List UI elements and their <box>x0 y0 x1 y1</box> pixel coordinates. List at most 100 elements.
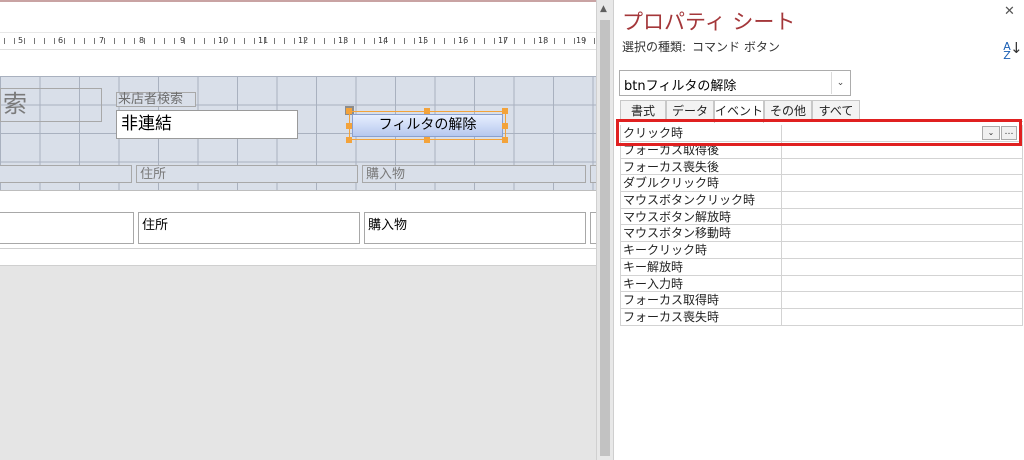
ruler-tick <box>294 38 295 44</box>
form-header-section[interactable]: 索 来店者検索 非連結 フィルタの解除 住所 購入物 <box>0 76 596 190</box>
resize-handle[interactable] <box>502 123 508 129</box>
property-value[interactable] <box>782 292 1023 308</box>
ruler-tick <box>594 38 595 44</box>
property-value[interactable] <box>782 308 1023 325</box>
chevron-down-icon[interactable]: ⌄ <box>982 126 1000 140</box>
form-footer-band[interactable] <box>0 248 596 266</box>
tab-all[interactable]: すべて <box>812 100 860 122</box>
ruler-tick <box>4 38 5 44</box>
object-selector[interactable]: btnフィルタの解除 ⌄ <box>619 70 851 96</box>
detail-section[interactable]: 住所 購入物 <box>0 210 596 248</box>
header-column-label[interactable]: 住所 <box>136 165 358 183</box>
ruler-tick <box>474 38 475 44</box>
property-value[interactable] <box>782 158 1023 175</box>
header-column-label[interactable]: 購入物 <box>362 165 586 183</box>
header-column-label[interactable] <box>0 165 132 183</box>
property-row[interactable]: マウスボタン移動時 <box>620 225 1023 243</box>
property-value[interactable] <box>782 142 1023 158</box>
property-row[interactable]: ダブルクリック時 <box>620 175 1023 193</box>
property-row[interactable]: マウスボタンクリック時 <box>620 192 1023 209</box>
resize-handle[interactable] <box>424 108 430 114</box>
ruler-tick <box>174 38 175 44</box>
ruler-tick <box>354 38 355 44</box>
form-design-area[interactable]: 5 6 7 8 9 10 11 12 13 14 15 16 17 18 19 … <box>0 0 596 460</box>
tab-event[interactable]: イベント <box>714 100 764 123</box>
scroll-up-icon[interactable]: ▲ <box>600 4 607 14</box>
tab-divider <box>620 121 1023 122</box>
ruler-number: 6 <box>58 36 64 45</box>
title-label[interactable]: 索 <box>0 88 102 122</box>
ruler-tick <box>224 38 225 44</box>
ruler-tick <box>264 38 265 44</box>
ruler-tick <box>464 38 465 44</box>
ruler-tick <box>254 38 255 44</box>
ruler-tick <box>414 38 415 44</box>
resize-handle[interactable] <box>346 108 352 114</box>
property-value[interactable] <box>782 242 1023 258</box>
property-row[interactable]: マウスボタン解放時 <box>620 208 1023 226</box>
resize-handle[interactable] <box>346 123 352 129</box>
ruler-tick <box>34 38 35 44</box>
property-row[interactable]: キー解放時 <box>620 258 1023 276</box>
property-row[interactable]: キークリック時 <box>620 242 1023 259</box>
design-top-area <box>0 0 596 32</box>
detail-field[interactable] <box>0 212 134 244</box>
sort-az-icon[interactable]: A Z ↓ <box>999 41 1022 62</box>
ruler-tick <box>394 38 395 44</box>
scroll-thumb[interactable] <box>600 20 610 456</box>
tab-data[interactable]: データ <box>666 100 714 122</box>
close-icon[interactable]: ✕ <box>1004 4 1015 19</box>
filter-clear-button[interactable]: フィルタの解除 <box>349 111 506 140</box>
detail-field[interactable]: 購入物 <box>364 212 586 244</box>
ruler-tick <box>384 38 385 44</box>
detail-section-bar[interactable] <box>0 190 596 210</box>
property-row[interactable]: フォーカス取得時 <box>620 292 1023 309</box>
property-row[interactable]: フォーカス喪失時 <box>620 308 1023 326</box>
ruler-tick <box>554 38 555 44</box>
ruler-tick <box>74 38 75 44</box>
property-name: マウスボタンクリック時 <box>620 192 782 208</box>
ruler-tick <box>504 38 505 44</box>
property-row[interactable]: フォーカス喪失後 <box>620 158 1023 176</box>
property-name: フォーカス喪失時 <box>620 308 782 325</box>
property-value[interactable] <box>782 175 1023 192</box>
horizontal-ruler: 5 6 7 8 9 10 11 12 13 14 15 16 17 18 19 <box>0 32 596 50</box>
detail-field[interactable]: 住所 <box>138 212 360 244</box>
ruler-tick <box>434 38 435 44</box>
property-name: フォーカス喪失後 <box>620 158 782 175</box>
chevron-down-icon[interactable]: ⌄ <box>831 72 849 94</box>
search-label[interactable]: 来店者検索 <box>116 92 196 107</box>
property-value[interactable] <box>782 258 1023 275</box>
build-button[interactable]: … <box>1001 126 1017 140</box>
ruler-tick <box>574 38 575 44</box>
property-row[interactable]: クリック時 <box>620 125 1023 142</box>
property-value[interactable] <box>782 208 1023 225</box>
property-name: マウスボタン移動時 <box>620 225 782 242</box>
ruler-tick <box>564 38 565 44</box>
ruler-tick <box>514 38 515 44</box>
resize-handle[interactable] <box>502 108 508 114</box>
resize-handle[interactable] <box>424 137 430 143</box>
resize-handle[interactable] <box>502 137 508 143</box>
ruler-tick <box>94 38 95 44</box>
property-row[interactable]: キー入力時 <box>620 275 1023 293</box>
property-value[interactable] <box>782 225 1023 242</box>
property-value[interactable] <box>782 275 1023 292</box>
selection-type-label: 選択の種類: <box>622 40 687 54</box>
vertical-scrollbar[interactable]: ▲ <box>596 0 613 460</box>
tab-format[interactable]: 書式 <box>620 100 666 122</box>
filter-clear-button-label: フィルタの解除 <box>352 114 503 137</box>
resize-handle[interactable] <box>346 137 352 143</box>
ruler-tick <box>494 38 495 44</box>
ruler-tick <box>244 38 245 44</box>
property-grid: クリック時 フォーカス取得後 フォーカス喪失後 ダブルクリック時 マウスボタンク… <box>620 125 1023 326</box>
ruler-tick <box>534 38 535 44</box>
property-value[interactable] <box>782 192 1023 208</box>
ruler-tick <box>144 38 145 44</box>
ruler-gap <box>0 50 596 76</box>
tab-other[interactable]: その他 <box>764 100 812 122</box>
ruler-tick <box>284 38 285 44</box>
ruler-tick <box>44 38 45 44</box>
property-row[interactable]: フォーカス取得後 <box>620 142 1023 159</box>
search-textbox[interactable]: 非連結 <box>116 110 298 139</box>
